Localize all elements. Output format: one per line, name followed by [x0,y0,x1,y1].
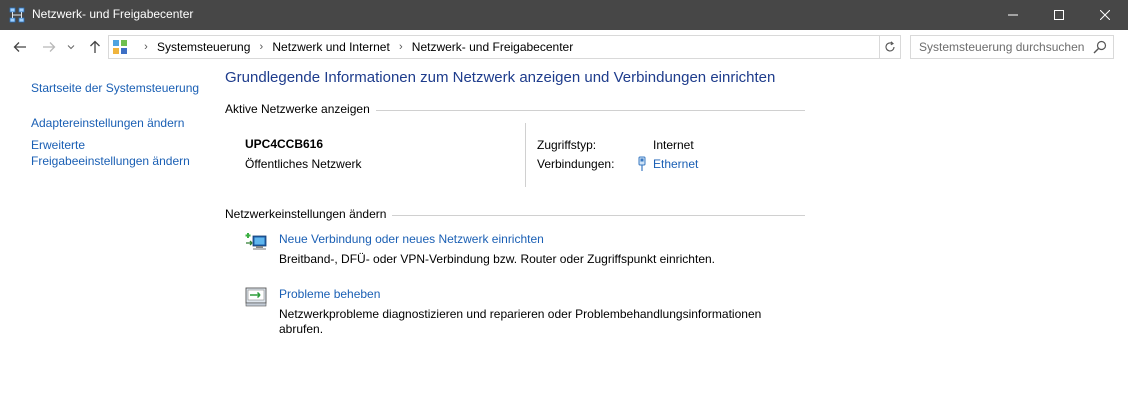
active-networks-title: Aktive Netzwerke anzeigen [225,102,376,116]
ethernet-connection-link[interactable]: Ethernet [653,157,698,171]
minimize-button[interactable] [990,0,1036,30]
close-button[interactable] [1082,0,1128,30]
breadcrumb-netzwerk-und-freigabecenter[interactable]: Netzwerk- und Freigabecenter [412,40,573,54]
network-type-link: Öffentliches Netzwerk [245,157,362,171]
new-connection-link[interactable]: Neue Verbindung oder neues Netzwerk einr… [279,232,544,246]
breadcrumb-separator-icon[interactable]: › [254,41,268,53]
breadcrumb-systemsteuerung[interactable]: Systemsteuerung [157,40,250,54]
breadcrumb-separator-icon[interactable]: › [394,41,408,53]
arrow-right-icon [43,42,56,52]
new-connection-description: Breitband-, DFÜ- oder VPN-Verbindung bzw… [279,252,715,266]
maximize-button[interactable] [1036,0,1082,30]
connections-label: Verbindungen: [537,157,615,171]
window-title: Netzwerk- und Freigabecenter [32,7,194,21]
minimize-icon [1008,14,1018,16]
troubleshoot-description-line2: abrufen. [279,322,324,336]
network-settings-title: Netzwerkeinstellungen ändern [225,207,393,221]
chevron-down-icon [67,45,75,50]
back-button[interactable] [12,39,28,55]
breadcrumb-separator-icon: › [144,41,148,53]
title-bar: Netzwerk- und Freigabecenter [0,0,1128,30]
control-panel-icon [112,39,128,55]
refresh-button[interactable] [880,35,901,59]
navigation-bar: › Systemsteuerung › Netzwerk und Interne… [0,30,1128,64]
arrow-up-icon [90,40,100,53]
breadcrumb-netzwerk-und-internet[interactable]: Netzwerk und Internet [272,40,389,54]
breadcrumb: › Systemsteuerung › Netzwerk und Interne… [135,40,573,54]
up-button[interactable] [87,39,103,55]
network-name: UPC4CCB616 [245,137,324,151]
access-type-label: Zugriffstyp: [537,138,597,152]
forward-button[interactable] [41,39,57,55]
recent-locations-button[interactable] [66,39,76,55]
network-setup-icon [245,231,269,253]
search-placeholder: Systemsteuerung durchsuchen [919,40,1085,54]
main-content: Grundlegende Informationen zum Netzwerk … [0,64,1128,420]
troubleshoot-icon [245,286,269,308]
close-icon [1100,10,1110,20]
maximize-icon [1054,10,1064,20]
search-input[interactable]: Systemsteuerung durchsuchen [910,35,1114,59]
refresh-icon [885,41,895,52]
ethernet-icon [636,156,648,172]
troubleshoot-description-line1: Netzwerkprobleme diagnostizieren und rep… [279,307,762,321]
arrow-left-icon [13,42,26,52]
address-bar[interactable]: › Systemsteuerung › Netzwerk und Interne… [108,35,974,59]
access-type-value: Internet [653,138,694,152]
network-center-icon [9,7,25,23]
troubleshoot-link[interactable]: Probleme beheben [279,287,380,301]
page-title: Grundlegende Informationen zum Netzwerk … [225,69,776,86]
search-icon[interactable] [1093,40,1107,54]
vertical-divider [525,123,526,187]
